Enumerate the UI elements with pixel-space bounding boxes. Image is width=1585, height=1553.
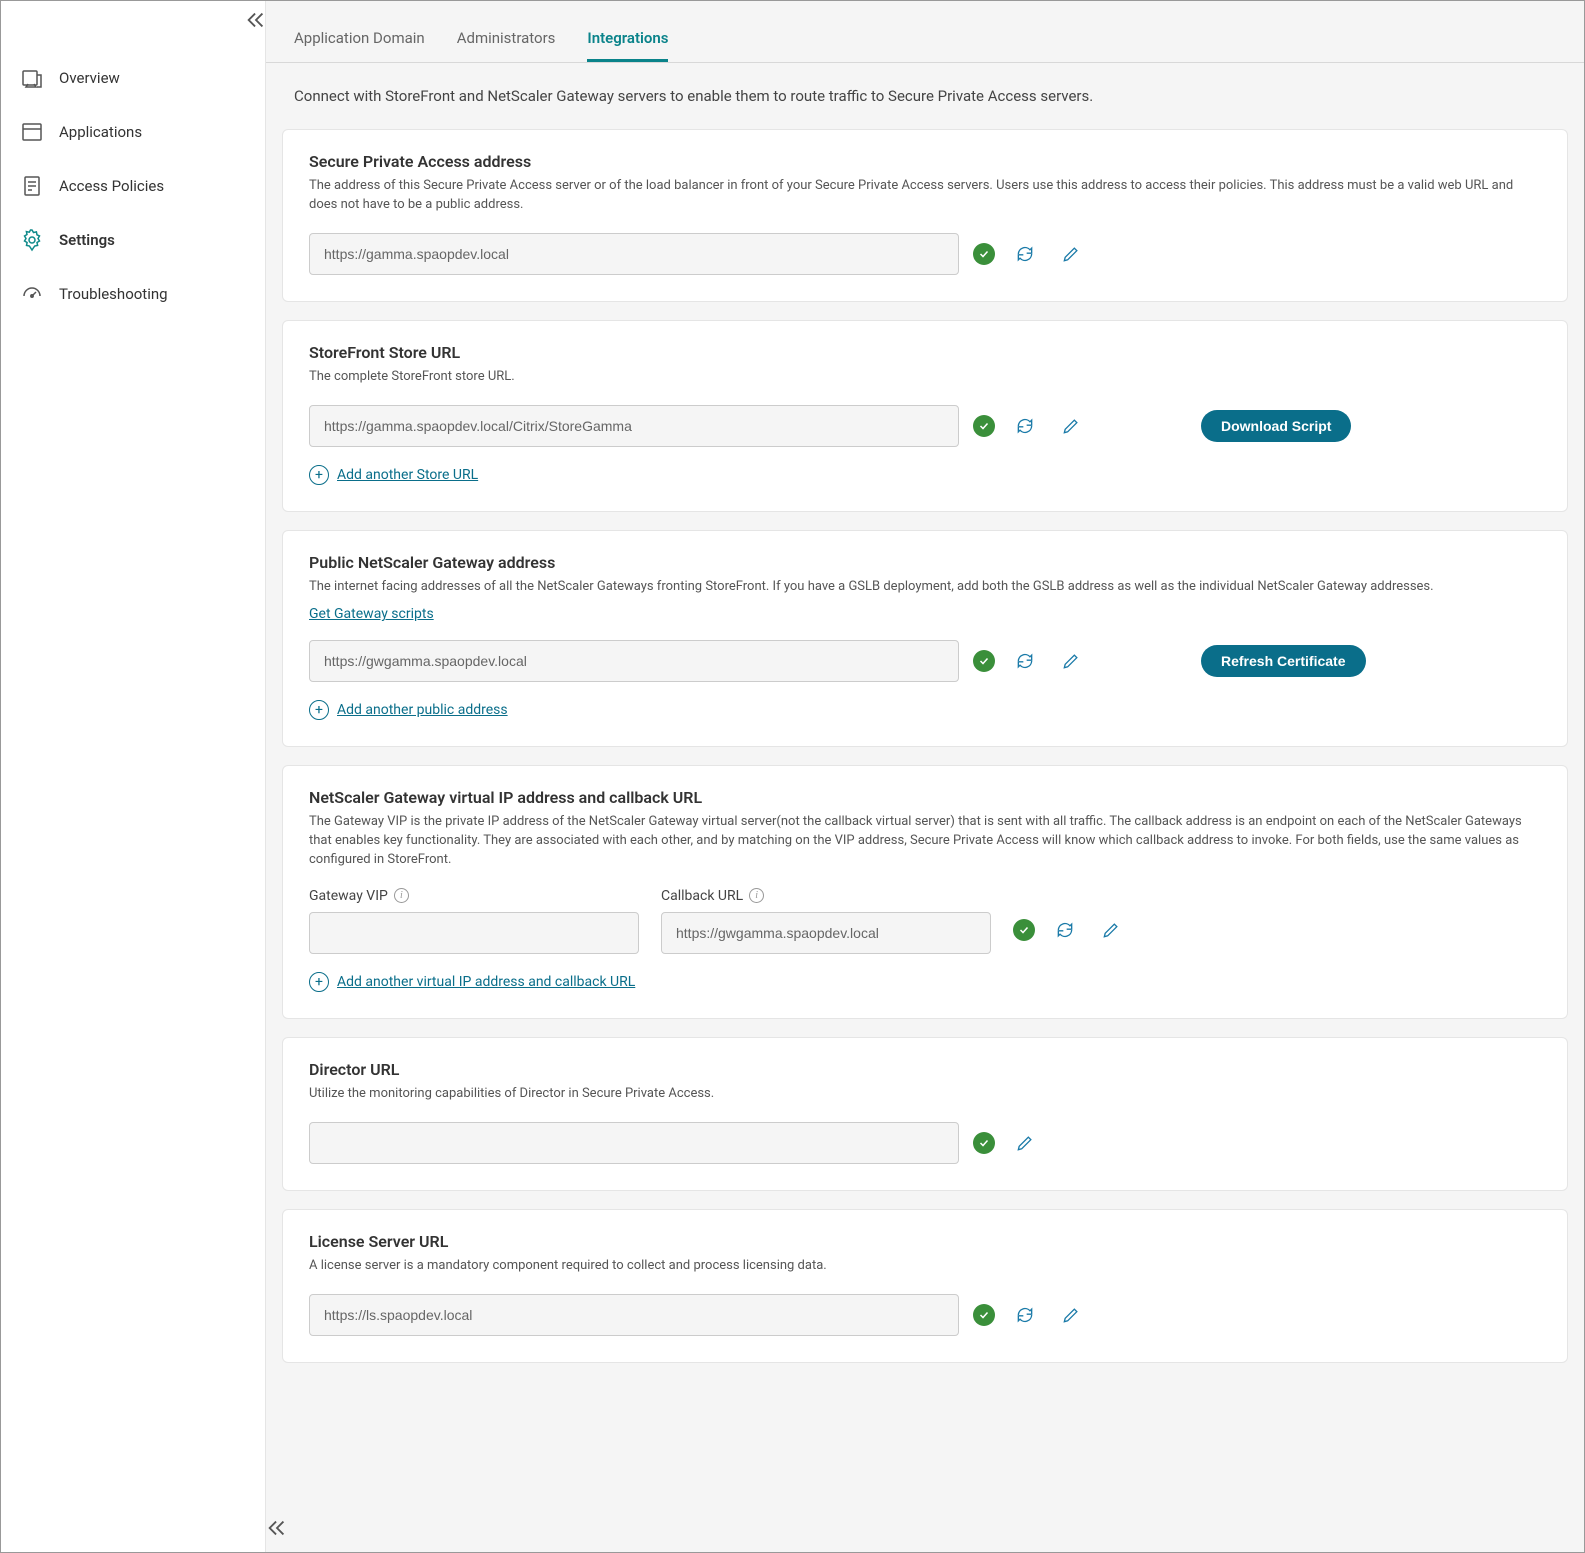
status-success-icon bbox=[973, 650, 995, 672]
status-success-icon bbox=[973, 415, 995, 437]
main-content: Application Domain Administrators Integr… bbox=[266, 1, 1584, 1552]
gateway-vip-label: Gateway VIP i bbox=[309, 888, 639, 904]
sidebar-item-access-policies[interactable]: Access Policies bbox=[1, 159, 265, 213]
edit-icon[interactable] bbox=[1055, 238, 1087, 270]
card-description: A license server is a mandatory componen… bbox=[309, 1257, 1541, 1276]
sidebar-item-overview[interactable]: Overview bbox=[1, 51, 265, 105]
overview-icon bbox=[19, 65, 45, 91]
tabs: Application Domain Administrators Integr… bbox=[266, 1, 1584, 63]
tab-administrators[interactable]: Administrators bbox=[457, 29, 556, 62]
troubleshoot-icon bbox=[19, 281, 45, 307]
card-spa-address: Secure Private Access address The addres… bbox=[282, 129, 1568, 302]
sidebar: Overview Applications Access Policies Se… bbox=[1, 1, 266, 1552]
add-store-url-link[interactable]: + Add another Store URL bbox=[309, 465, 1541, 485]
card-gateway-address: Public NetScaler Gateway address The int… bbox=[282, 530, 1568, 748]
card-description: Utilize the monitoring capabilities of D… bbox=[309, 1085, 1541, 1104]
status-success-icon bbox=[973, 1304, 995, 1326]
collapse-sidebar-bottom-icon[interactable] bbox=[266, 1517, 288, 1544]
plus-icon: + bbox=[309, 465, 329, 485]
edit-icon[interactable] bbox=[1055, 645, 1087, 677]
sidebar-item-label: Settings bbox=[59, 231, 115, 249]
sidebar-item-label: Access Policies bbox=[59, 177, 164, 195]
edit-icon[interactable] bbox=[1055, 1299, 1087, 1331]
card-title: StoreFront Store URL bbox=[309, 343, 1541, 362]
card-description: The complete StoreFront store URL. bbox=[309, 368, 1541, 387]
refresh-icon[interactable] bbox=[1009, 410, 1041, 442]
card-title: Public NetScaler Gateway address bbox=[309, 553, 1541, 572]
policies-icon bbox=[19, 173, 45, 199]
info-icon[interactable]: i bbox=[749, 888, 764, 903]
gear-icon bbox=[19, 227, 45, 253]
card-title: Secure Private Access address bbox=[309, 152, 1541, 171]
plus-icon: + bbox=[309, 700, 329, 720]
card-title: Director URL bbox=[309, 1060, 1541, 1079]
spa-address-input[interactable] bbox=[309, 233, 959, 275]
add-public-address-link[interactable]: + Add another public address bbox=[309, 700, 1541, 720]
status-success-icon bbox=[973, 1132, 995, 1154]
card-description: The internet facing addresses of all the… bbox=[309, 578, 1541, 597]
card-description: The address of this Secure Private Acces… bbox=[309, 177, 1541, 215]
tab-integrations[interactable]: Integrations bbox=[587, 29, 668, 62]
get-gateway-scripts-link[interactable]: Get Gateway scripts bbox=[309, 606, 434, 622]
sidebar-item-applications[interactable]: Applications bbox=[1, 105, 265, 159]
callback-url-label: Callback URL i bbox=[661, 888, 991, 904]
director-url-input[interactable] bbox=[309, 1122, 959, 1164]
card-storefront-url: StoreFront Store URL The complete StoreF… bbox=[282, 320, 1568, 512]
edit-icon[interactable] bbox=[1055, 410, 1087, 442]
sidebar-item-label: Troubleshooting bbox=[59, 285, 168, 303]
status-success-icon bbox=[973, 243, 995, 265]
sidebar-item-label: Overview bbox=[59, 69, 120, 87]
refresh-icon[interactable] bbox=[1009, 238, 1041, 270]
card-vip-callback: NetScaler Gateway virtual IP address and… bbox=[282, 765, 1568, 1019]
gateway-address-input[interactable] bbox=[309, 640, 959, 682]
card-director-url: Director URL Utilize the monitoring capa… bbox=[282, 1037, 1568, 1191]
sidebar-item-troubleshooting[interactable]: Troubleshooting bbox=[1, 267, 265, 321]
status-success-icon bbox=[1013, 919, 1035, 941]
sidebar-item-settings[interactable]: Settings bbox=[1, 213, 265, 267]
edit-icon[interactable] bbox=[1009, 1127, 1041, 1159]
download-script-button[interactable]: Download Script bbox=[1201, 410, 1351, 442]
plus-icon: + bbox=[309, 972, 329, 992]
sidebar-item-label: Applications bbox=[59, 123, 142, 141]
gateway-vip-input[interactable] bbox=[309, 912, 639, 954]
refresh-icon[interactable] bbox=[1009, 1299, 1041, 1331]
card-description: The Gateway VIP is the private IP addres… bbox=[309, 813, 1541, 870]
tab-application-domain[interactable]: Application Domain bbox=[294, 29, 425, 62]
card-title: NetScaler Gateway virtual IP address and… bbox=[309, 788, 1541, 807]
card-license-url: License Server URL A license server is a… bbox=[282, 1209, 1568, 1363]
storefront-url-input[interactable] bbox=[309, 405, 959, 447]
refresh-icon[interactable] bbox=[1009, 645, 1041, 677]
license-url-input[interactable] bbox=[309, 1294, 959, 1336]
edit-icon[interactable] bbox=[1095, 914, 1127, 946]
callback-url-input[interactable] bbox=[661, 912, 991, 954]
card-title: License Server URL bbox=[309, 1232, 1541, 1251]
add-vip-callback-link[interactable]: + Add another virtual IP address and cal… bbox=[309, 972, 1541, 992]
info-icon[interactable]: i bbox=[394, 888, 409, 903]
refresh-icon[interactable] bbox=[1049, 914, 1081, 946]
intro-text: Connect with StoreFront and NetScaler Ga… bbox=[266, 63, 1584, 129]
refresh-certificate-button[interactable]: Refresh Certificate bbox=[1201, 645, 1366, 677]
collapse-sidebar-icon[interactable] bbox=[245, 9, 267, 36]
applications-icon bbox=[19, 119, 45, 145]
